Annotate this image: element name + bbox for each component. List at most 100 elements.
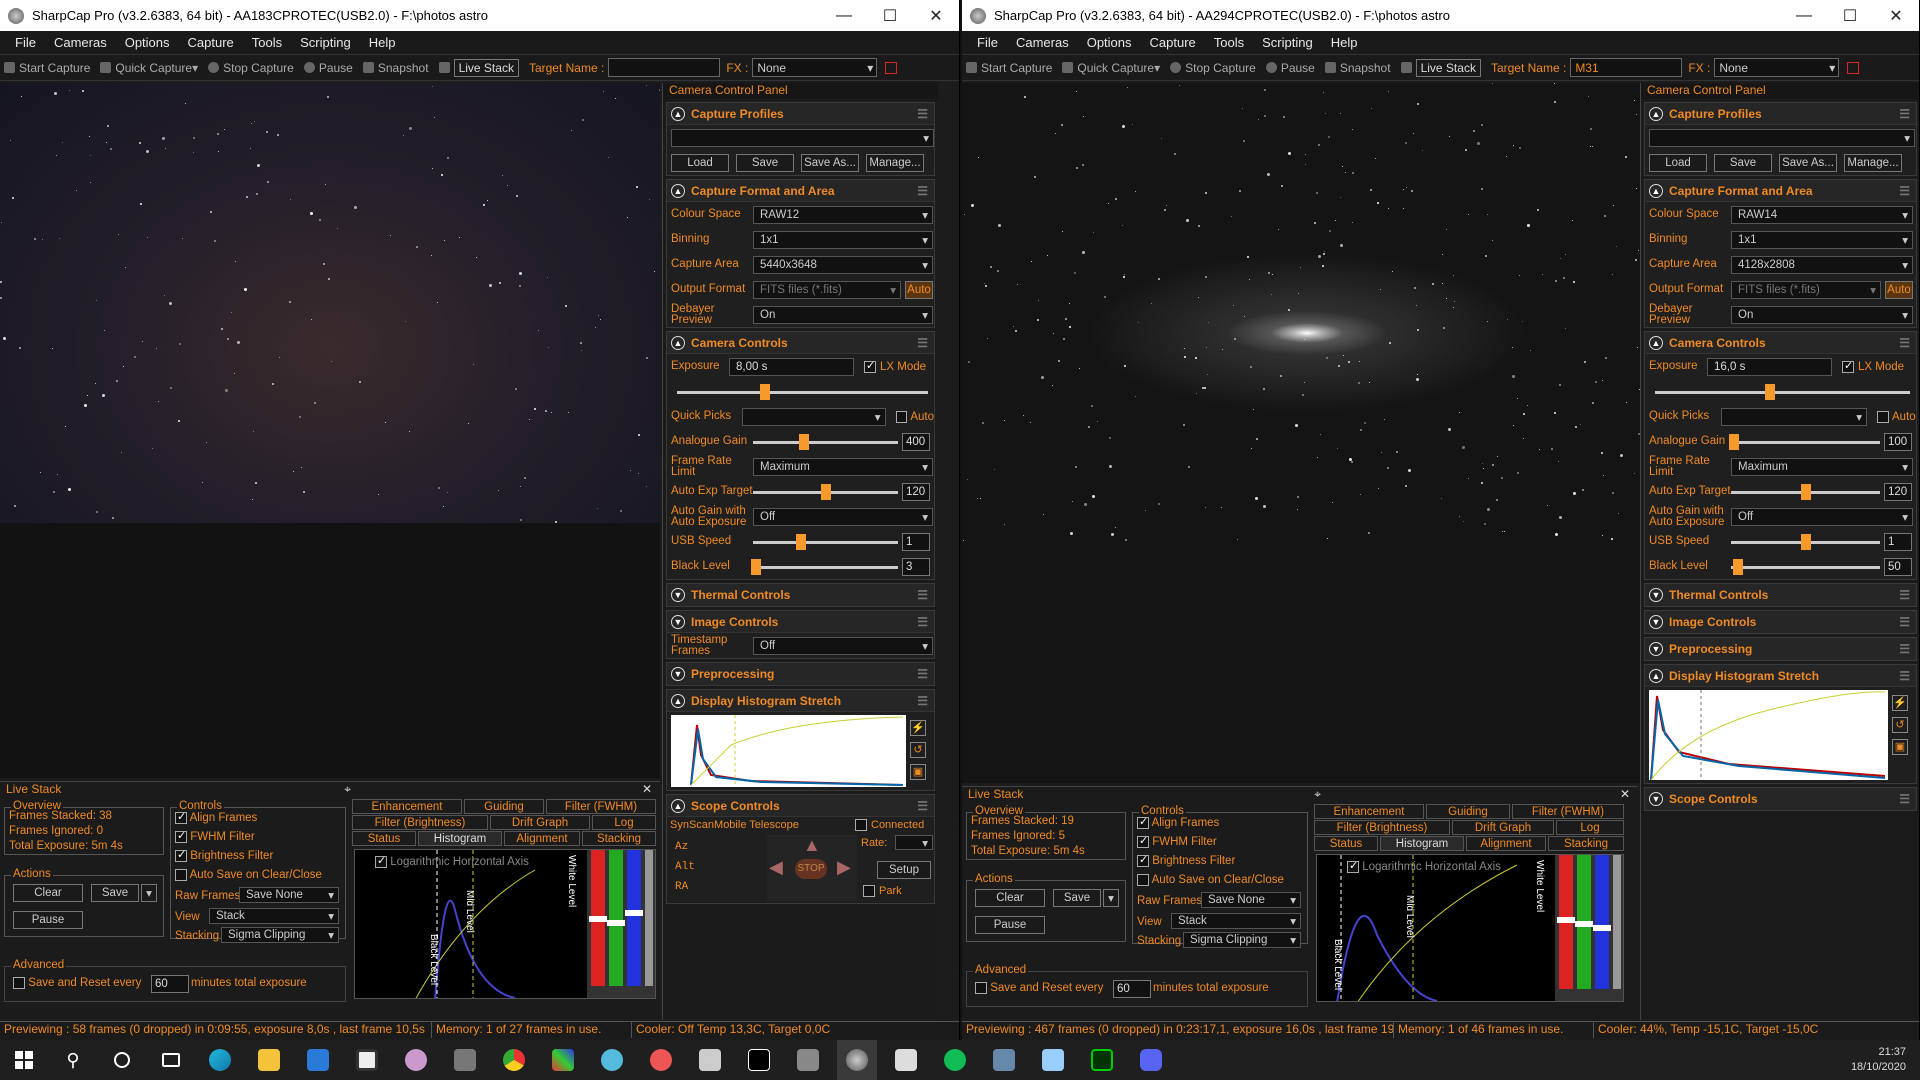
tab-alignment[interactable]: Alignment xyxy=(504,831,580,846)
start-button[interactable] xyxy=(4,1040,44,1080)
target-name-input[interactable] xyxy=(608,58,721,77)
search-icon[interactable]: ⚲ xyxy=(53,1040,93,1080)
auto-gain-select[interactable]: Off ▾ xyxy=(1731,507,1913,526)
save-profile-button[interactable]: Save xyxy=(736,153,794,172)
tab-drift-graph[interactable]: Drift Graph xyxy=(1452,820,1554,835)
menu-help[interactable]: Help xyxy=(369,35,396,50)
arrow-left-icon[interactable]: ◀ xyxy=(769,857,783,878)
thermal-controls-header[interactable]: ▼ Thermal Controls ☰ xyxy=(1645,584,1916,606)
reset-icon[interactable]: ↺ xyxy=(1892,717,1908,733)
arrow-right-icon[interactable]: ▶ xyxy=(837,857,851,878)
menu-tools[interactable]: Tools xyxy=(252,35,282,50)
app-icon-4[interactable] xyxy=(592,1040,632,1080)
lx-mode-checkbox[interactable] xyxy=(1842,359,1854,373)
histogram-stretch-graph[interactable] xyxy=(671,715,906,787)
task-view-icon[interactable] xyxy=(151,1040,191,1080)
view-select[interactable]: Stack ▾ xyxy=(1171,913,1301,929)
reset-icon[interactable]: ↺ xyxy=(910,742,926,758)
menu-options[interactable]: Options xyxy=(1087,35,1132,50)
quick-capture-button[interactable]: Quick Capture ▾ xyxy=(100,61,198,75)
histogram-stretch-header[interactable]: ▲ Display Histogram Stretch ☰ xyxy=(667,690,934,712)
close-icon[interactable]: ✕ xyxy=(642,782,652,798)
lx-mode-checkbox[interactable] xyxy=(864,359,876,373)
load-button[interactable]: Load xyxy=(671,153,729,172)
align-frames-checkbox[interactable] xyxy=(175,810,187,824)
minutes-stepper[interactable]: 60 xyxy=(151,975,189,993)
close-icon[interactable]: ✕ xyxy=(913,6,959,26)
image-viewer[interactable] xyxy=(0,83,660,778)
capture-area-select[interactable]: 4128x2808 ▾ xyxy=(1731,255,1913,274)
snapshot-button[interactable]: Snapshot xyxy=(362,61,429,75)
capture-profiles-header[interactable]: ▲ Capture Profiles ☰ xyxy=(667,103,934,125)
profile-select[interactable]: ▾ xyxy=(671,128,934,147)
capture-format-header[interactable]: ▲ Capture Format and Area ☰ xyxy=(1645,180,1916,202)
chrome-icon[interactable] xyxy=(494,1040,534,1080)
app-icon-1[interactable] xyxy=(347,1040,387,1080)
fx-select[interactable]: None ▾ xyxy=(1714,58,1840,77)
lightning-icon[interactable]: ⚡ xyxy=(1892,695,1908,711)
frame-rate-select[interactable]: Maximum ▾ xyxy=(753,457,933,476)
app-icon-10[interactable] xyxy=(935,1040,975,1080)
edge-icon[interactable] xyxy=(200,1040,240,1080)
histogram-stretch-graph[interactable] xyxy=(1649,690,1888,781)
save-stack-button[interactable]: Save xyxy=(91,884,139,902)
brightness-filter-checkbox[interactable] xyxy=(175,848,187,862)
stacking-select[interactable]: Sigma Clipping ▾ xyxy=(221,927,339,943)
app-icon-2[interactable] xyxy=(396,1040,436,1080)
menu-tools[interactable]: Tools xyxy=(1214,35,1244,50)
tab-filter-fwhm[interactable]: Filter (FWHM) xyxy=(546,799,656,814)
target-name-input[interactable]: M31 xyxy=(1570,58,1683,77)
menu-file[interactable]: File xyxy=(15,35,36,50)
app-icon-9[interactable] xyxy=(886,1040,926,1080)
scope-controls-header[interactable]: ▲ Scope Controls ☰ xyxy=(667,795,934,817)
view-select[interactable]: Stack ▾ xyxy=(209,908,339,924)
exposure-slider[interactable] xyxy=(1655,381,1910,403)
close-icon[interactable]: ✕ xyxy=(1620,787,1630,803)
save-stack-button[interactable]: Save xyxy=(1053,889,1101,907)
menu-icon[interactable]: ☰ xyxy=(1899,184,1910,198)
menu-cameras[interactable]: Cameras xyxy=(54,35,107,50)
auto-exposure-checkbox[interactable] xyxy=(1877,410,1889,423)
close-icon[interactable]: ✕ xyxy=(1873,6,1919,26)
tab-guiding[interactable]: Guiding xyxy=(464,799,544,814)
quick-picks-select[interactable]: ▾ xyxy=(741,407,886,426)
record-icon[interactable] xyxy=(885,61,898,74)
tab-filter-brightness[interactable]: Filter (Brightness) xyxy=(352,815,488,830)
fx-select[interactable]: None ▾ xyxy=(752,58,878,77)
scope-controls-header[interactable]: ▼ Scope Controls ☰ xyxy=(1645,788,1916,810)
save-dropdown-icon[interactable]: ▾ xyxy=(141,884,157,902)
system-clock[interactable]: 21:37 18/10/2020 xyxy=(1851,1045,1906,1075)
tab-stacking[interactable]: Stacking xyxy=(1548,836,1624,851)
minutes-stepper[interactable]: 60 xyxy=(1113,980,1151,998)
usb-speed-slider[interactable] xyxy=(1731,531,1880,553)
tab-histogram[interactable]: Histogram xyxy=(418,831,502,846)
app-icon-11[interactable] xyxy=(984,1040,1024,1080)
usb-speed-value[interactable]: 1 xyxy=(902,532,930,551)
auto-exp-target-value[interactable]: 120 xyxy=(902,482,930,501)
save-reset-checkbox[interactable] xyxy=(975,982,987,994)
live-stack-histogram[interactable]: Logarithmic Horizontal Axis Black Level … xyxy=(354,849,656,999)
capture-format-header[interactable]: ▲ Capture Format and Area ☰ xyxy=(667,180,934,202)
maximize-icon[interactable]: ☐ xyxy=(1827,6,1873,26)
tab-stacking[interactable]: Stacking xyxy=(582,831,656,846)
save-profile-button[interactable]: Save xyxy=(1714,153,1772,172)
menu-icon[interactable]: ☰ xyxy=(917,336,928,350)
binning-select[interactable]: 1x1 ▾ xyxy=(1731,230,1913,249)
raw-frames-select[interactable]: Save None ▾ xyxy=(239,887,339,903)
auto-save-checkbox[interactable] xyxy=(175,869,187,881)
raw-frames-select[interactable]: Save None ▾ xyxy=(1201,892,1301,908)
rate-select[interactable]: ▾ xyxy=(895,835,933,850)
image-controls-header[interactable]: ▼ Image Controls ☰ xyxy=(667,611,934,633)
menu-icon[interactable]: ☰ xyxy=(1899,336,1910,350)
menu-icon[interactable]: ☰ xyxy=(917,694,928,708)
histogram-stretch-header[interactable]: ▲ Display Histogram Stretch ☰ xyxy=(1645,665,1916,687)
tab-log[interactable]: Log xyxy=(592,815,656,830)
tab-histogram[interactable]: Histogram xyxy=(1380,836,1464,851)
menu-icon[interactable]: ☰ xyxy=(917,588,928,602)
menu-icon[interactable]: ☰ xyxy=(917,107,928,121)
connected-checkbox[interactable] xyxy=(855,819,867,831)
discord-icon[interactable] xyxy=(1131,1040,1171,1080)
auto-save-checkbox[interactable] xyxy=(1137,874,1149,886)
snapshot-button[interactable]: Snapshot xyxy=(1324,61,1391,75)
menu-capture[interactable]: Capture xyxy=(188,35,234,50)
